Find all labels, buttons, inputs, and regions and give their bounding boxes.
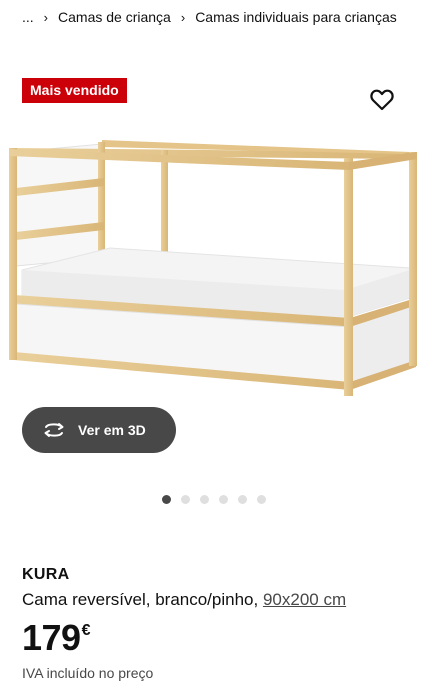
price-value: 179 xyxy=(22,617,81,658)
product-description: Cama reversível, branco/pinho, 90x200 cm xyxy=(22,590,346,610)
rotate-3d-icon xyxy=(44,423,64,437)
chevron-right-icon: › xyxy=(43,9,49,25)
carousel-indicator xyxy=(162,495,266,504)
carousel-dot-4[interactable] xyxy=(219,495,228,504)
product-image[interactable] xyxy=(0,130,428,410)
chevron-right-icon: › xyxy=(180,9,186,25)
view-in-3d-button[interactable]: Ver em 3D xyxy=(22,407,176,453)
view-in-3d-label: Ver em 3D xyxy=(78,422,146,438)
breadcrumb-ellipsis[interactable]: ... xyxy=(22,9,34,25)
product-price: 179 € xyxy=(22,618,90,658)
breadcrumb: ... › Camas de criança › Camas individua… xyxy=(22,6,397,28)
carousel-dot-2[interactable] xyxy=(181,495,190,504)
bed-illustration xyxy=(9,140,417,396)
carousel-dot-3[interactable] xyxy=(200,495,209,504)
carousel-dot-6[interactable] xyxy=(257,495,266,504)
product-name: KURA xyxy=(22,566,70,583)
price-currency: € xyxy=(81,622,91,639)
carousel-dot-5[interactable] xyxy=(238,495,247,504)
breadcrumb-item-camas-de-crianca[interactable]: Camas de criança xyxy=(58,9,171,25)
carousel-dot-1[interactable] xyxy=(162,495,171,504)
bestseller-badge: Mais vendido xyxy=(22,78,127,103)
product-description-text: Cama reversível, branco/pinho, xyxy=(22,590,263,609)
favorite-button[interactable] xyxy=(369,88,395,112)
vat-note: IVA incluído no preço xyxy=(22,665,154,681)
breadcrumb-item-camas-individuais[interactable]: Camas individuais para crianças xyxy=(195,9,397,25)
product-size-link[interactable]: 90x200 cm xyxy=(263,590,346,609)
heart-outline-icon xyxy=(370,89,394,111)
